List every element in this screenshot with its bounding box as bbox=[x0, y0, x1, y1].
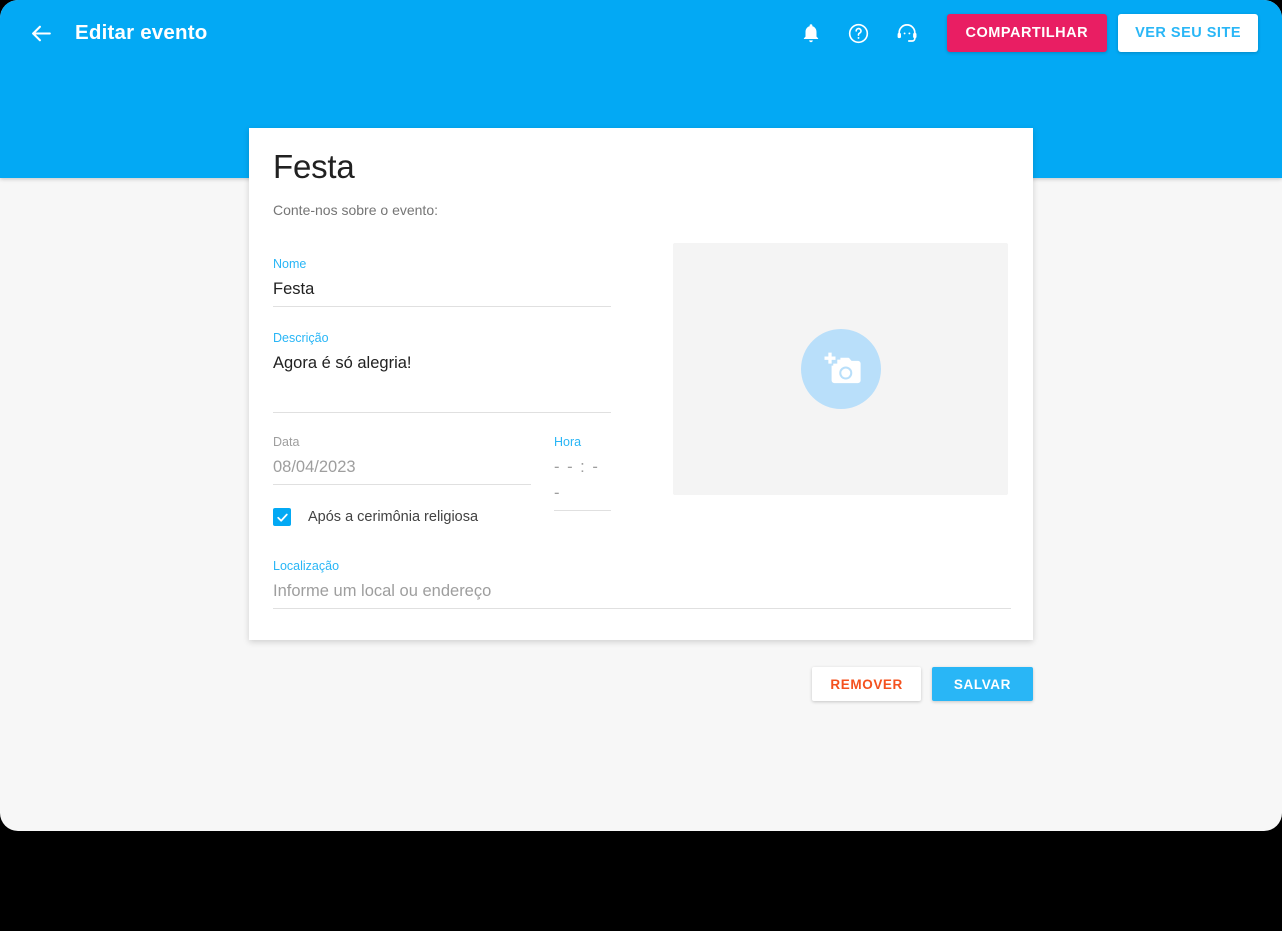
support-headset-icon[interactable] bbox=[883, 12, 931, 54]
descricao-field[interactable]: Descrição Agora é só alegria! bbox=[273, 330, 611, 413]
share-button[interactable]: COMPARTILHAR bbox=[947, 14, 1108, 52]
hora-input[interactable]: - - : - - bbox=[554, 450, 611, 506]
back-arrow-icon[interactable] bbox=[24, 16, 58, 50]
after-ceremony-label: Após a cerimônia religiosa bbox=[308, 509, 478, 525]
after-ceremony-checkbox-row[interactable]: Após a cerimônia religiosa bbox=[273, 508, 478, 526]
top-bar-actions: COMPARTILHAR VER SEU SITE bbox=[787, 12, 1282, 54]
data-input[interactable]: 08/04/2023 bbox=[273, 450, 531, 480]
event-card-subtitle: Conte-nos sobre o evento: bbox=[273, 202, 438, 218]
descricao-input[interactable]: Agora é só alegria! bbox=[273, 346, 611, 408]
help-circle-icon[interactable] bbox=[835, 12, 883, 54]
after-ceremony-checkbox[interactable] bbox=[273, 508, 291, 526]
view-site-button[interactable]: VER SEU SITE bbox=[1118, 14, 1258, 52]
card-action-buttons: REMOVER SALVAR bbox=[249, 667, 1033, 701]
nome-label: Nome bbox=[273, 256, 611, 272]
top-bar-row: Editar evento bbox=[0, 0, 1282, 66]
descricao-underline bbox=[273, 412, 611, 413]
localizacao-input[interactable]: Informe um local ou endereço bbox=[273, 574, 1011, 604]
descricao-label: Descrição bbox=[273, 330, 611, 346]
localizacao-label: Localização bbox=[273, 558, 1011, 574]
localizacao-underline bbox=[273, 608, 1011, 609]
nome-field[interactable]: Nome Festa bbox=[273, 256, 611, 307]
event-image-upload[interactable] bbox=[673, 243, 1008, 495]
nome-input[interactable]: Festa bbox=[273, 272, 611, 302]
hora-label: Hora bbox=[554, 434, 611, 450]
page-title: Editar evento bbox=[75, 21, 207, 45]
save-button[interactable]: SALVAR bbox=[932, 667, 1033, 701]
hora-field[interactable]: Hora - - : - - bbox=[554, 434, 611, 511]
nome-underline bbox=[273, 306, 611, 307]
remove-button[interactable]: REMOVER bbox=[812, 667, 920, 701]
event-card-title: Festa bbox=[273, 148, 355, 186]
hora-underline bbox=[554, 510, 611, 511]
app-surface: Editar evento bbox=[0, 0, 1282, 831]
data-field[interactable]: Data 08/04/2023 bbox=[273, 434, 531, 485]
localizacao-field[interactable]: Localização Informe um local ou endereço bbox=[273, 558, 1011, 609]
add-a-photo-icon[interactable] bbox=[801, 329, 881, 409]
data-underline bbox=[273, 484, 531, 485]
data-label: Data bbox=[273, 434, 531, 450]
event-edit-card: Festa Conte-nos sobre o evento: Nome Fes… bbox=[249, 128, 1033, 640]
notifications-bell-icon[interactable] bbox=[787, 12, 835, 54]
